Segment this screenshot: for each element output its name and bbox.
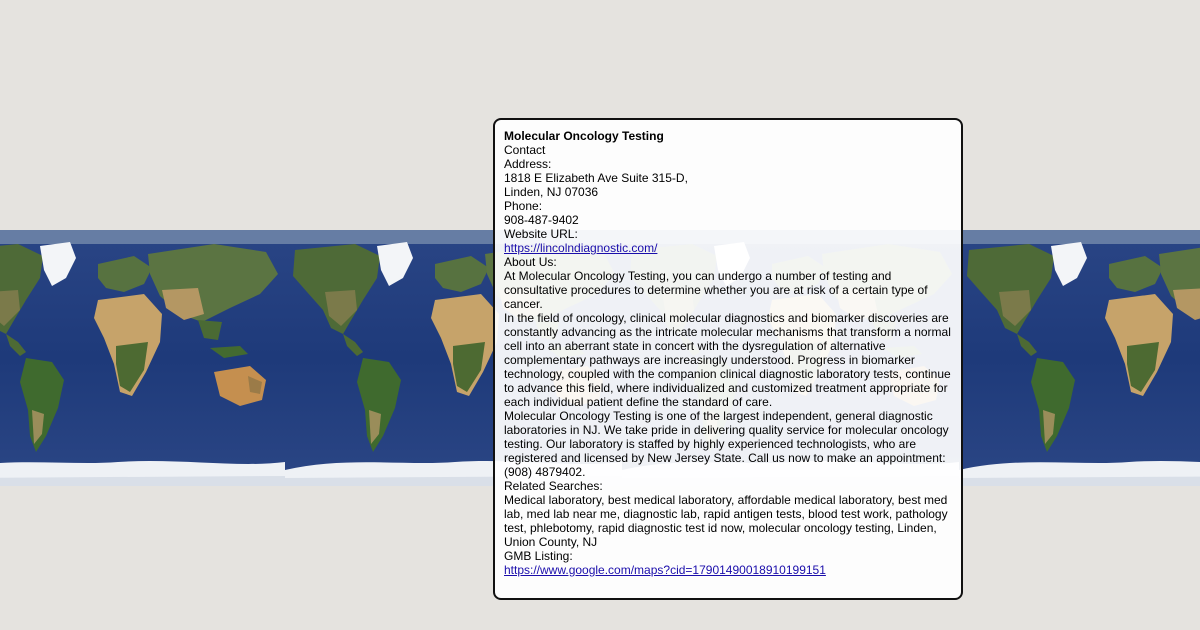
business-title: Molecular Oncology Testing [504, 129, 664, 143]
about-paragraph-3: Molecular Oncology Testing is one of the… [504, 409, 949, 479]
about-paragraph-2: In the field of oncology, clinical molec… [504, 311, 951, 409]
address-line-2: Linden, NJ 07036 [504, 185, 599, 199]
gmb-link[interactable]: https://www.google.com/maps?cid=17901490… [504, 563, 826, 577]
address-label: Address: [504, 157, 552, 171]
map-tile-1 [0, 230, 285, 486]
website-label: Website URL: [504, 227, 578, 241]
about-label: About Us: [504, 255, 557, 269]
related-searches-label: Related Searches: [504, 479, 603, 493]
about-paragraph-1: At Molecular Oncology Testing, you can u… [504, 269, 928, 311]
gmb-label: GMB Listing: [504, 549, 573, 563]
website-link[interactable]: https://lincolndiagnostic.com/ [504, 241, 657, 255]
related-searches-text: Medical laboratory, best medical laborat… [504, 493, 948, 549]
address-line-1: 1818 E Elizabeth Ave Suite 315-D, [504, 171, 688, 185]
info-window: Molecular Oncology Testing Contact Addre… [493, 118, 963, 600]
map-tile-4 [959, 230, 1200, 486]
phone-label: Phone: [504, 199, 543, 213]
phone-number: 908-487-9402 [504, 213, 579, 227]
contact-label: Contact [504, 143, 546, 157]
